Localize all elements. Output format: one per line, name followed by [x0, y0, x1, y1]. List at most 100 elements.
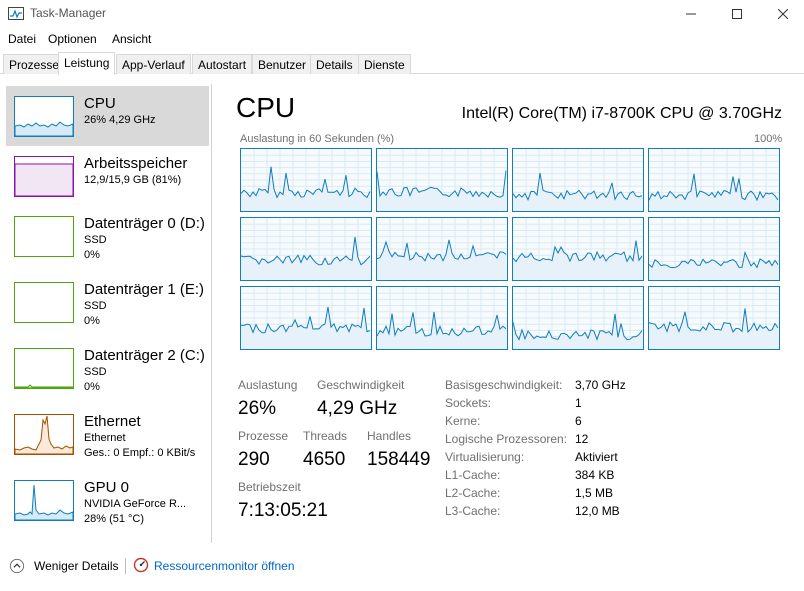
disk-0-thumbnail-graph [14, 216, 74, 257]
fewer-details-label: Weniger Details [34, 559, 119, 573]
sidebar-item-title: CPU [84, 95, 116, 112]
sidebar-item-cpu[interactable]: CPU 26% 4,29 GHz [6, 86, 209, 146]
sidebar-item-usage: 0% [84, 249, 100, 261]
detail-label: Logische Prozessoren: [445, 432, 568, 446]
handles-value: 158449 [367, 449, 431, 470]
detail-label: Virtualisierung: [445, 450, 525, 464]
graph-max-label: 100% [754, 133, 783, 145]
detail-value: 1,5 MB [575, 486, 614, 500]
logical-processor-graph [648, 286, 780, 350]
utilization-label: Auslastung [238, 378, 298, 392]
sidebar-item-title: Datenträger 0 (D:) [84, 215, 205, 232]
detail-value: 12 [575, 432, 589, 446]
sidebar-item-title: Ethernet [84, 413, 141, 430]
detail-value: 6 [575, 414, 582, 428]
resource-monitor-icon [133, 557, 149, 573]
logical-processor-graphs [240, 148, 780, 352]
tab-autostart[interactable]: Autostart [192, 54, 253, 74]
resource-sidebar: CPU 26% 4,29 GHz Arbeitsspeicher 12,9/15… [0, 84, 212, 543]
sidebar-item-title: GPU 0 [84, 479, 130, 496]
sidebar-item-disk-1[interactable]: Datenträger 1 (E:) SSD 0% [6, 272, 209, 332]
sidebar-item-disk-0[interactable]: Datenträger 0 (D:) SSD 0% [6, 206, 209, 266]
threads-label: Threads [303, 429, 348, 443]
utilization-value: 26% [238, 398, 277, 419]
detail-label: L1-Cache: [445, 468, 501, 482]
memory-thumbnail-graph [14, 156, 74, 197]
processes-value: 290 [238, 449, 270, 470]
sidebar-item-detail: SSD [84, 366, 107, 378]
window-title: Task-Manager [30, 6, 107, 20]
uptime-value: 7:13:05:21 [238, 500, 328, 521]
close-button[interactable] [760, 0, 804, 28]
sidebar-item-detail: 26% 4,29 GHz [84, 114, 156, 126]
tab-strip: Prozesse Leistung App-Verlauf Autostart … [0, 52, 804, 75]
maximize-button[interactable] [714, 0, 760, 28]
footer-divider [125, 558, 126, 574]
sidebar-item-usage: 28% (51 °C) [84, 513, 145, 525]
chevron-up-icon [9, 558, 25, 574]
sidebar-item-usage: Ges.: 0 Empf.: 0 KBit/s [84, 447, 196, 459]
detail-label: Kerne: [445, 414, 481, 428]
logical-processor-graph [512, 148, 644, 212]
sidebar-item-detail: Ethernet [84, 432, 126, 444]
logical-processor-graph [376, 286, 508, 350]
logical-processor-graph [240, 217, 372, 281]
speed-label: Geschwindigkeit [317, 378, 405, 392]
logical-processor-graph [376, 148, 508, 212]
tab-details[interactable]: Details [310, 54, 359, 74]
sidebar-item-usage: 0% [84, 381, 100, 393]
sidebar-item-gpu[interactable]: GPU 0 NVIDIA GeForce R... 28% (51 °C) [6, 470, 209, 530]
maximize-icon [732, 9, 742, 19]
menu-ansicht[interactable]: Ansicht [112, 32, 151, 46]
cpu-model-name: Intel(R) Core(TM) i7-8700K CPU @ 3.70GHz [461, 105, 782, 122]
graph-caption: Auslastung in 60 Sekunden (%) [240, 133, 395, 145]
detail-label: Sockets: [445, 396, 492, 410]
sidebar-item-detail: NVIDIA GeForce R... [84, 498, 187, 510]
minimize-button[interactable] [668, 0, 714, 28]
disk-1-thumbnail-graph [14, 282, 74, 323]
page-title: CPU [236, 92, 296, 123]
resource-monitor-label: Ressourcenmonitor öffnen [154, 559, 295, 573]
tab-benutzer[interactable]: Benutzer [252, 54, 313, 74]
processes-label: Prozesse [238, 429, 289, 443]
logical-processor-graph [376, 217, 508, 281]
sidebar-item-usage: 0% [84, 315, 100, 327]
sidebar-item-detail: 12,9/15,9 GB (81%) [84, 174, 182, 186]
sidebar-item-detail: SSD [84, 300, 107, 312]
menu-datei[interactable]: Datei [8, 32, 36, 46]
sidebar-item-memory[interactable]: Arbeitsspeicher 12,9/15,9 GB (81%) [6, 146, 209, 206]
handles-label: Handles [367, 429, 412, 443]
sidebar-item-title: Arbeitsspeicher [84, 155, 188, 172]
detail-label: L3-Cache: [445, 504, 501, 518]
sidebar-item-title: Datenträger 2 (C:) [84, 347, 205, 364]
detail-value: Aktiviert [575, 450, 618, 464]
logical-processor-graph [648, 148, 780, 212]
detail-value: 384 KB [575, 468, 615, 482]
detail-value: 12,0 MB [575, 504, 620, 518]
tab-leistung[interactable]: Leistung [58, 52, 116, 75]
close-icon [778, 9, 788, 19]
disk-2-thumbnail-graph [14, 348, 74, 389]
threads-value: 4650 [303, 449, 346, 470]
menu-optionen[interactable]: Optionen [48, 32, 97, 46]
tab-dienste[interactable]: Dienste [358, 54, 411, 74]
uptime-label: Betriebszeit [238, 480, 301, 494]
logical-processor-graph [240, 148, 372, 212]
footer-bar: Weniger Details Ressourcenmonitor öffnen [0, 552, 804, 580]
sidebar-item-disk-2[interactable]: Datenträger 2 (C:) SSD 0% [6, 338, 209, 398]
logical-processor-graph [512, 217, 644, 281]
task-manager-window: Task-Manager Datei Optionen Ansicht Proz… [0, 0, 804, 591]
sidebar-item-ethernet[interactable]: Ethernet Ethernet Ges.: 0 Empf.: 0 KBit/… [6, 404, 209, 464]
logical-processor-graph [648, 217, 780, 281]
cpu-thumbnail-graph [14, 96, 74, 137]
ethernet-thumbnail-graph [14, 414, 74, 455]
gpu-thumbnail-graph [14, 480, 74, 521]
tab-app-verlauf[interactable]: App-Verlauf [116, 54, 191, 74]
detail-label: L2-Cache: [445, 486, 501, 500]
speed-value: 4,29 GHz [317, 398, 398, 419]
title-bar: Task-Manager [0, 0, 804, 28]
tab-prozesse[interactable]: Prozesse [3, 54, 66, 74]
task-manager-icon [8, 7, 24, 20]
detail-value: 1 [575, 396, 582, 410]
logical-processor-graph [240, 286, 372, 350]
